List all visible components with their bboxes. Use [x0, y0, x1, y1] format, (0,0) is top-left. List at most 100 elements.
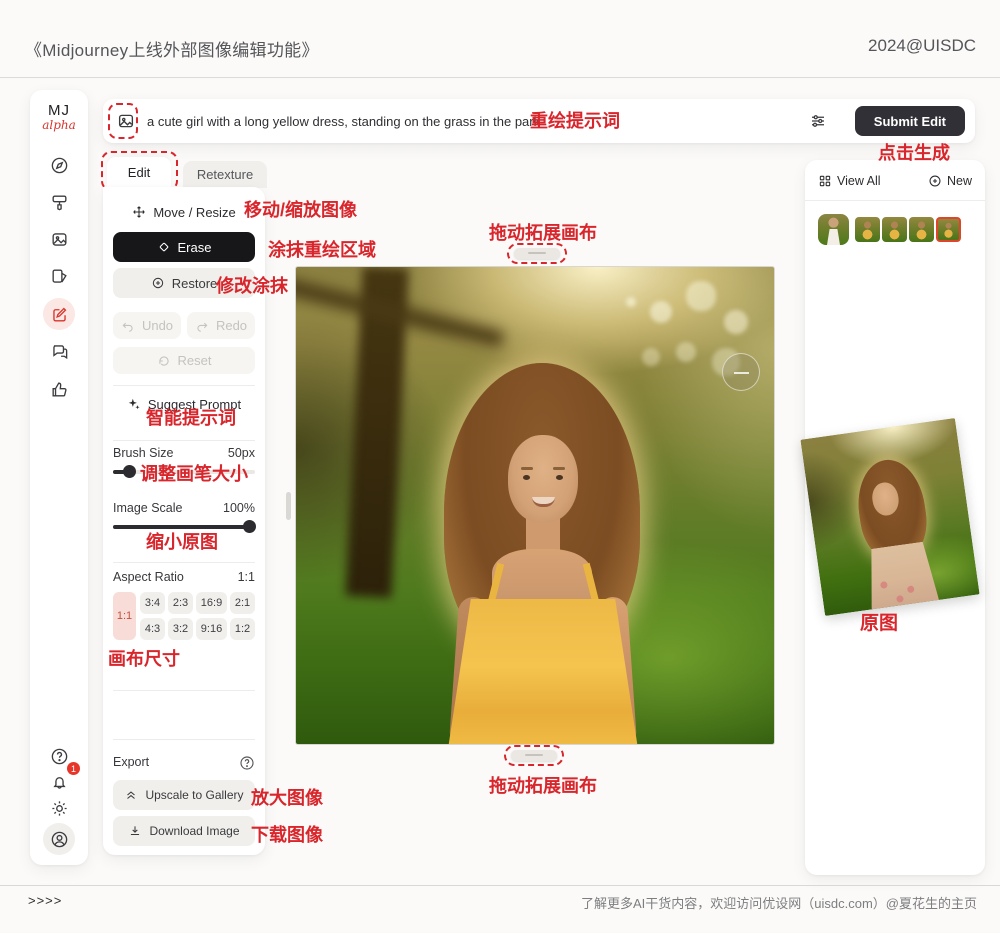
- drag-top-annotation-box: [507, 243, 567, 264]
- original-image: [800, 418, 979, 616]
- brush-size-value: 50px: [228, 446, 255, 460]
- ratio-option[interactable]: 2:3: [168, 592, 193, 614]
- ratio-option[interactable]: 3:2: [168, 618, 193, 640]
- edit-tab-annotation-box: [101, 151, 178, 191]
- notification-badge: 1: [67, 762, 80, 775]
- page-title: 《Midjourney上线外部图像编辑功能》: [25, 36, 319, 61]
- export-label: Export: [113, 755, 149, 771]
- ratio-option[interactable]: 4:3: [140, 618, 165, 640]
- prompt-annotation: 重绘提示词: [530, 107, 620, 133]
- brush-annotation: 调整画笔大小: [140, 460, 248, 486]
- ratio-option[interactable]: 2:1: [230, 592, 255, 614]
- brush-size-row: Brush Size 50px: [113, 446, 255, 460]
- drag-bottom-annotation: 拖动拓展画布: [489, 772, 597, 798]
- history-thumbnail-selected[interactable]: [936, 217, 961, 242]
- brush-slider-thumb[interactable]: [123, 465, 136, 478]
- download-annotation: 下载图像: [251, 821, 323, 847]
- export-row: Export: [113, 755, 255, 771]
- prompt-input[interactable]: a cute girl with a long yellow dress, st…: [147, 114, 540, 129]
- reset-button[interactable]: Reset: [113, 347, 255, 374]
- panel-divider: [113, 440, 255, 441]
- ratio-option[interactable]: 1:2: [230, 618, 255, 640]
- ratio-option[interactable]: 3:4: [140, 592, 165, 614]
- restore-annotation: 修改涂抹: [216, 272, 288, 298]
- girl-face: [508, 435, 578, 523]
- edit-canvas[interactable]: [295, 266, 775, 745]
- history-thumbnail[interactable]: [855, 217, 880, 242]
- beige-dress: [863, 541, 939, 610]
- edit-icon[interactable]: [43, 298, 75, 330]
- restore-label: Restore: [172, 276, 218, 291]
- girl-eye: [523, 475, 530, 480]
- like-icon[interactable]: [43, 373, 75, 405]
- new-button[interactable]: New: [928, 174, 972, 188]
- panel-divider: [113, 562, 255, 563]
- account-icon[interactable]: [43, 823, 75, 855]
- settings-sliders-icon[interactable]: [809, 112, 827, 130]
- move-resize-label: Move / Resize: [153, 205, 235, 220]
- submit-annotation: 点击生成: [878, 139, 950, 165]
- footer-arrows: >>>>: [28, 893, 62, 908]
- paintbrush-icon[interactable]: [43, 186, 75, 218]
- credit-label: 2024@UISDC: [868, 36, 976, 56]
- export-help-icon[interactable]: [239, 755, 255, 771]
- chat-icon[interactable]: [43, 335, 75, 367]
- organize-icon[interactable]: [43, 260, 75, 292]
- erase-label: Erase: [178, 240, 212, 255]
- drag-bottom-annotation-box: [504, 745, 564, 766]
- history-thumbnail[interactable]: [882, 217, 907, 242]
- download-label: Download Image: [149, 824, 239, 838]
- history-thumbnail[interactable]: [909, 217, 934, 242]
- girl-smile: [532, 497, 555, 507]
- redo-button[interactable]: Redo: [187, 312, 255, 339]
- view-all-button[interactable]: View All: [818, 174, 881, 188]
- original-image-annotation: 原图: [860, 608, 898, 635]
- tab-retexture[interactable]: Retexture: [183, 161, 267, 188]
- move-annotation: 移动/缩放图像: [244, 196, 357, 222]
- ratio-option-selected[interactable]: 1:1: [113, 592, 136, 640]
- canvas-zoom-control[interactable]: [722, 353, 760, 391]
- panel-scrollbar[interactable]: [286, 492, 291, 520]
- theme-icon[interactable]: [43, 792, 75, 824]
- submit-edit-button[interactable]: Submit Edit: [855, 106, 965, 136]
- brush-size-label: Brush Size: [113, 446, 173, 460]
- upscale-annotation: 放大图像: [251, 784, 323, 810]
- erase-annotation: 涂抹重绘区域: [268, 236, 376, 262]
- image-scale-label: Image Scale: [113, 501, 182, 515]
- image-scale-row: Image Scale 100%: [113, 501, 255, 515]
- bokeh-lights: [626, 297, 636, 307]
- history-thumbnail[interactable]: [818, 214, 849, 245]
- ratio-option[interactable]: 9:16: [196, 618, 227, 640]
- image-icon[interactable]: [43, 223, 75, 255]
- aspect-ratio-row: Aspect Ratio 1:1: [113, 570, 255, 584]
- upscale-to-gallery-button[interactable]: Upscale to Gallery: [113, 780, 255, 810]
- panel-divider: [113, 385, 255, 386]
- yellow-dress: [448, 599, 638, 745]
- erase-button[interactable]: Erase: [113, 232, 255, 262]
- undo-button[interactable]: Undo: [113, 312, 181, 339]
- ratio-option[interactable]: 16:9: [196, 592, 227, 614]
- sidebar: MJ alpha 1: [30, 90, 88, 865]
- mj-alpha-label: alpha: [30, 118, 88, 132]
- aspect-annotation: 画布尺寸: [108, 645, 180, 671]
- move-resize-button[interactable]: Move / Resize: [113, 198, 255, 226]
- panel-divider: [805, 200, 985, 201]
- image-scale-value: 100%: [223, 501, 255, 515]
- undo-label: Undo: [142, 318, 173, 333]
- new-label: New: [947, 174, 972, 188]
- view-all-label: View All: [837, 174, 881, 188]
- drag-top-annotation: 拖动拓展画布: [489, 219, 597, 245]
- footer-divider: [0, 885, 1000, 886]
- aspect-ratio-label: Aspect Ratio: [113, 570, 184, 584]
- panel-divider: [113, 739, 255, 740]
- prompt-icon-annotation-box: [108, 103, 138, 139]
- compass-icon[interactable]: [43, 149, 75, 181]
- aspect-ratio-current: 1:1: [238, 570, 255, 584]
- redo-label: Redo: [216, 318, 247, 333]
- girl-eye: [556, 475, 563, 480]
- reset-label: Reset: [178, 353, 212, 368]
- panel-divider: [113, 690, 255, 691]
- download-image-button[interactable]: Download Image: [113, 816, 255, 846]
- mj-logo: MJ: [30, 102, 88, 119]
- scale-slider-thumb[interactable]: [243, 520, 256, 533]
